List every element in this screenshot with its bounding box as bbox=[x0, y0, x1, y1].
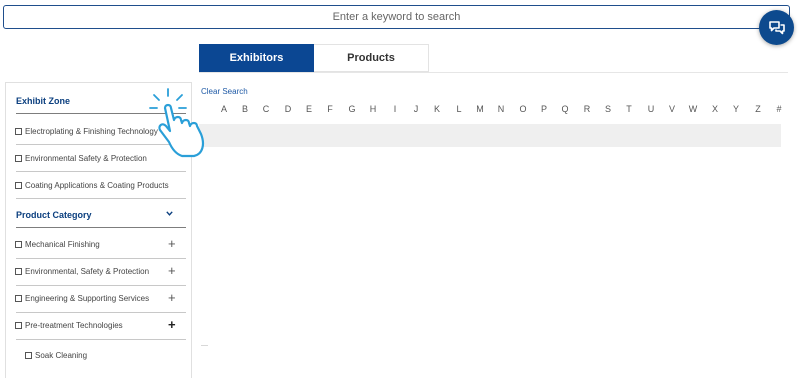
letter-i[interactable]: I bbox=[394, 104, 397, 114]
letter-r[interactable]: R bbox=[584, 104, 591, 114]
checkbox[interactable] bbox=[15, 182, 22, 189]
letter-hash[interactable]: # bbox=[776, 104, 781, 114]
filter-label: Mechanical Finishing bbox=[25, 240, 100, 249]
checkbox[interactable] bbox=[15, 268, 22, 275]
keyword-search-box[interactable] bbox=[3, 5, 790, 29]
pointing-hand-icon bbox=[149, 88, 205, 158]
chevron-down-icon[interactable] bbox=[166, 211, 173, 216]
keyword-search-input[interactable] bbox=[4, 6, 789, 28]
letter-g[interactable]: G bbox=[348, 104, 355, 114]
letter-t[interactable]: T bbox=[626, 104, 632, 114]
divider bbox=[16, 227, 186, 228]
tab-exhibitors[interactable]: Exhibitors bbox=[199, 44, 314, 72]
filter-label: Pre-treatment Technologies bbox=[25, 321, 123, 330]
divider bbox=[201, 345, 208, 346]
letter-v[interactable]: V bbox=[669, 104, 675, 114]
letter-z[interactable]: Z bbox=[755, 104, 761, 114]
letter-x[interactable]: X bbox=[712, 104, 718, 114]
letter-c[interactable]: C bbox=[263, 104, 270, 114]
letter-m[interactable]: M bbox=[476, 104, 484, 114]
divider bbox=[16, 198, 186, 199]
letter-y[interactable]: Y bbox=[733, 104, 739, 114]
results-header-bar bbox=[199, 124, 781, 147]
filter-environmental-safety-protection[interactable]: Environmental, Safety & Protection bbox=[15, 267, 149, 276]
letter-h[interactable]: H bbox=[370, 104, 377, 114]
filter-pretreatment[interactable]: Pre-treatment Technologies bbox=[15, 321, 123, 330]
filter-mechanical-finishing[interactable]: Mechanical Finishing bbox=[15, 240, 100, 249]
checkbox[interactable] bbox=[15, 241, 22, 248]
filter-electroplating[interactable]: Electroplating & Finishing Technology bbox=[15, 127, 158, 136]
divider bbox=[16, 258, 186, 259]
divider bbox=[16, 312, 186, 313]
letter-p[interactable]: P bbox=[541, 104, 547, 114]
divider bbox=[16, 339, 186, 340]
divider bbox=[16, 285, 186, 286]
tab-products[interactable]: Products bbox=[314, 44, 429, 72]
plus-icon[interactable]: + bbox=[168, 264, 176, 277]
tab-divider bbox=[199, 72, 788, 73]
result-tabs: Exhibitors Products bbox=[199, 44, 429, 72]
divider bbox=[16, 171, 186, 172]
filter-label: Engineering & Supporting Services bbox=[25, 294, 150, 303]
product-category-heading[interactable]: Product Category bbox=[16, 210, 92, 220]
letter-l[interactable]: L bbox=[456, 104, 461, 114]
filter-label: Coating Applications & Coating Products bbox=[25, 181, 169, 190]
filter-environmental-safety[interactable]: Environmental Safety & Protection bbox=[15, 154, 147, 163]
letter-k[interactable]: K bbox=[434, 104, 440, 114]
alphabet-filter: A B C D E F G H I J K L M N O P Q R S T … bbox=[0, 104, 800, 118]
filter-engineering-supporting[interactable]: Engineering & Supporting Services bbox=[15, 294, 149, 303]
filter-label: Environmental, Safety & Protection bbox=[25, 267, 150, 276]
letter-u[interactable]: U bbox=[648, 104, 655, 114]
letter-o[interactable]: O bbox=[519, 104, 526, 114]
letter-d[interactable]: D bbox=[285, 104, 292, 114]
filter-label: Electroplating & Finishing Technology bbox=[25, 127, 158, 136]
letter-f[interactable]: F bbox=[327, 104, 333, 114]
letter-n[interactable]: N bbox=[498, 104, 505, 114]
letter-w[interactable]: W bbox=[689, 104, 698, 114]
filter-label: Environmental Safety & Protection bbox=[25, 154, 147, 163]
checkbox[interactable] bbox=[15, 128, 22, 135]
checkbox[interactable] bbox=[25, 352, 32, 359]
plus-icon[interactable]: + bbox=[168, 237, 176, 250]
chat-button[interactable] bbox=[759, 10, 794, 45]
chat-bubbles-icon bbox=[768, 20, 785, 34]
checkbox[interactable] bbox=[15, 155, 22, 162]
plus-icon[interactable]: + bbox=[168, 291, 176, 304]
checkbox[interactable] bbox=[15, 295, 22, 302]
filter-label: Soak Cleaning bbox=[35, 351, 88, 360]
letter-b[interactable]: B bbox=[242, 104, 248, 114]
letter-e[interactable]: E bbox=[306, 104, 312, 114]
letter-s[interactable]: S bbox=[605, 104, 611, 114]
checkbox[interactable] bbox=[15, 322, 22, 329]
filter-soak-cleaning[interactable]: Soak Cleaning bbox=[25, 351, 87, 360]
plus-icon[interactable]: + bbox=[168, 318, 176, 331]
letter-j[interactable]: J bbox=[414, 104, 419, 114]
filter-coating-applications[interactable]: Coating Applications & Coating Products bbox=[15, 181, 169, 190]
letter-q[interactable]: Q bbox=[561, 104, 568, 114]
